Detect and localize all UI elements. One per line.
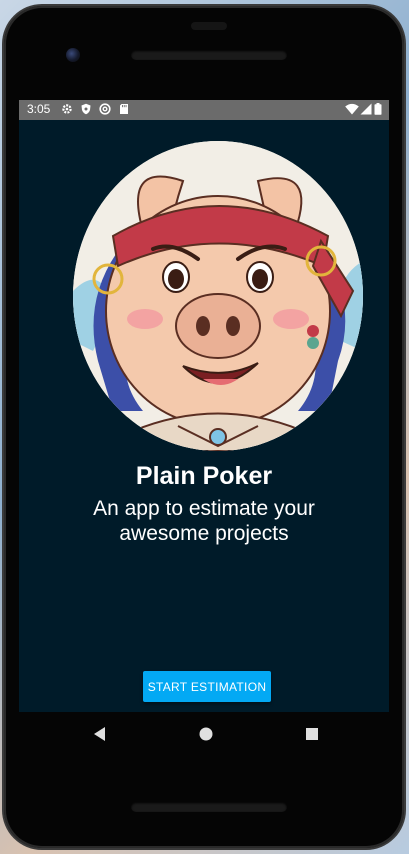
shield-icon — [81, 103, 91, 115]
back-icon[interactable] — [91, 725, 109, 743]
screen: 3:05 Plain Poker An app to estimate your… — [19, 100, 389, 712]
app-title: Plain Poker — [135, 462, 273, 490]
front-camera — [66, 48, 80, 62]
navigation-bar — [19, 712, 389, 756]
pirate-pig-illustration — [73, 141, 363, 451]
at-sign-icon — [99, 103, 111, 115]
recents-icon[interactable] — [303, 725, 321, 743]
status-bar: 3:05 — [19, 100, 389, 120]
hero-illustration — [73, 141, 363, 451]
phone-frame: 3:05 Plain Poker An app to estimate your… — [4, 6, 404, 848]
bottom-speaker-grille — [131, 802, 287, 812]
battery-icon — [374, 103, 382, 115]
earpiece-slot — [191, 22, 227, 30]
home-icon[interactable] — [197, 725, 215, 743]
gear-icon — [62, 104, 72, 114]
cell-signal-icon — [360, 103, 372, 115]
sd-card-icon — [120, 104, 128, 114]
app-subtitle: An app to estimate your awesome projects — [93, 497, 315, 545]
start-estimation-button[interactable]: START ESTIMATION — [143, 671, 271, 702]
top-speaker-grille — [131, 50, 287, 60]
status-time: 3:05 — [27, 102, 51, 116]
wifi-icon — [345, 103, 359, 115]
